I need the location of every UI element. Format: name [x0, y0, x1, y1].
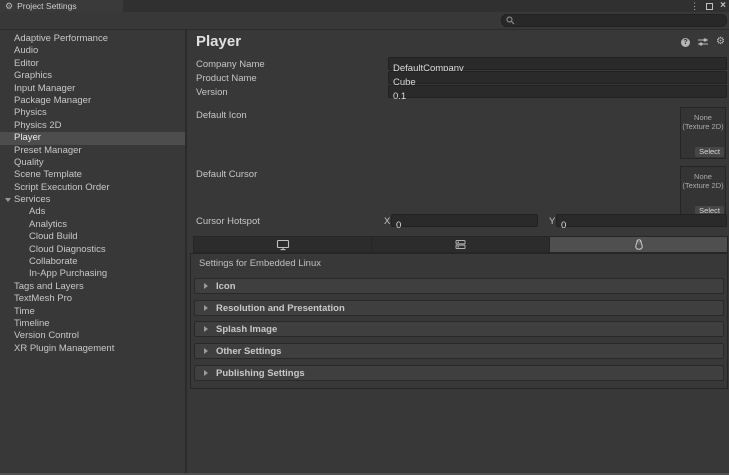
settings-category-list: Adaptive Performance Audio Editor Graphi…: [0, 30, 185, 473]
sidebar-item-label: Services: [14, 194, 50, 205]
section-label: Splash Image: [216, 324, 277, 335]
presets-icon[interactable]: [697, 37, 709, 47]
sidebar-item-physics[interactable]: Physics: [0, 107, 185, 119]
titlebar: ⚙ Project Settings ⋮ ×: [0, 0, 729, 12]
sidebar-item-cloud-diagnostics[interactable]: Cloud Diagnostics: [0, 244, 185, 256]
foldout-collapsed-icon: [204, 283, 208, 289]
default-icon-type: (Texture 2D): [681, 122, 725, 131]
sidebar-item-textmesh-pro[interactable]: TextMesh Pro: [0, 293, 185, 305]
settings-group-heading: Settings for Embedded Linux: [199, 258, 321, 269]
sidebar-item-xr-plugin-management[interactable]: XR Plugin Management: [0, 343, 185, 355]
version-field[interactable]: [388, 85, 727, 98]
cursor-hotspot-label: Cursor Hotspot: [196, 216, 260, 227]
section-resolution-and-presentation[interactable]: Resolution and Presentation: [194, 300, 724, 316]
sidebar-item-input-manager[interactable]: Input Manager: [0, 83, 185, 95]
foldout-collapsed-icon: [204, 305, 208, 311]
sidebar-item-services[interactable]: Services: [0, 194, 185, 206]
default-cursor-type: (Texture 2D): [681, 181, 725, 190]
section-label: Other Settings: [216, 346, 281, 357]
foldout-collapsed-icon: [204, 326, 208, 332]
desktop-icon: [276, 239, 290, 251]
version-label: Version: [196, 87, 228, 98]
default-cursor-value: None: [681, 172, 725, 181]
default-icon-value: None: [681, 113, 725, 122]
sidebar-item-tags-and-layers[interactable]: Tags and Layers: [0, 281, 185, 293]
toolbar: [0, 12, 729, 30]
platform-settings-group: Settings for Embedded Linux Icon Resolut…: [190, 253, 728, 389]
foldout-collapsed-icon: [204, 348, 208, 354]
settings-gear-icon: ⚙: [5, 1, 13, 11]
section-label: Publishing Settings: [216, 368, 305, 379]
tab-dedicated-server[interactable]: [372, 237, 550, 252]
section-publishing-settings[interactable]: Publishing Settings: [194, 365, 724, 381]
maximize-icon[interactable]: [706, 3, 713, 10]
sidebar-item-quality[interactable]: Quality: [0, 157, 185, 169]
default-cursor-object-field[interactable]: None (Texture 2D) Select: [680, 166, 726, 218]
window-tab[interactable]: ⚙ Project Settings: [0, 0, 123, 12]
sidebar-item-collaborate[interactable]: Collaborate: [0, 256, 185, 268]
close-icon[interactable]: ×: [720, 1, 726, 11]
section-icon[interactable]: Icon: [194, 278, 724, 294]
hotspot-y-label: Y: [549, 216, 555, 227]
sidebar-item-script-execution-order[interactable]: Script Execution Order: [0, 182, 185, 194]
sidebar-item-audio[interactable]: Audio: [0, 45, 185, 57]
search-box[interactable]: [501, 14, 727, 27]
sidebar-item-scene-template[interactable]: Scene Template: [0, 169, 185, 181]
sidebar-item-analytics[interactable]: Analytics: [0, 219, 185, 231]
sidebar-item-physics-2d[interactable]: Physics 2D: [0, 120, 185, 132]
hotspot-y-input[interactable]: [557, 220, 726, 231]
hotspot-y-field[interactable]: [556, 214, 727, 227]
company-name-label: Company Name: [196, 59, 265, 70]
window-menu-icon[interactable]: ⋮: [690, 1, 699, 11]
sidebar-item-preset-manager[interactable]: Preset Manager: [0, 145, 185, 157]
dedicated-server-icon: [454, 239, 467, 250]
page-title: Player: [196, 33, 241, 50]
default-icon-object-field[interactable]: None (Texture 2D) Select: [680, 107, 726, 159]
hotspot-x-field[interactable]: [391, 214, 538, 227]
sidebar-item-package-manager[interactable]: Package Manager: [0, 95, 185, 107]
section-label: Icon: [216, 281, 236, 292]
sidebar-item-editor[interactable]: Editor: [0, 58, 185, 70]
platform-tabbar: [193, 236, 728, 253]
sidebar-item-adaptive-performance[interactable]: Adaptive Performance: [0, 33, 185, 45]
version-input[interactable]: [389, 91, 726, 102]
sidebar-item-in-app-purchasing[interactable]: In-App Purchasing: [0, 268, 185, 280]
help-icon[interactable]: ?: [681, 38, 690, 47]
player-settings-panel: Player ? ⚙ Company Name Product Name Ver…: [187, 30, 729, 473]
tab-standalone[interactable]: [194, 237, 372, 252]
hotspot-x-input[interactable]: [392, 220, 537, 231]
section-label: Resolution and Presentation: [216, 303, 345, 314]
search-icon: [506, 16, 515, 25]
gear-icon[interactable]: ⚙: [716, 37, 725, 47]
window-controls: ⋮ ×: [690, 0, 726, 12]
section-other-settings[interactable]: Other Settings: [194, 343, 724, 359]
window-title: Project Settings: [17, 1, 77, 11]
search-input[interactable]: [518, 15, 708, 26]
default-icon-select-button[interactable]: Select: [695, 147, 724, 157]
section-splash-image[interactable]: Splash Image: [194, 321, 724, 337]
sidebar-item-time[interactable]: Time: [0, 306, 185, 318]
sidebar-item-version-control[interactable]: Version Control: [0, 330, 185, 342]
panel-header-icons: ? ⚙: [681, 37, 725, 47]
foldout-expanded-icon[interactable]: [5, 198, 11, 202]
sidebar-item-cloud-build[interactable]: Cloud Build: [0, 231, 185, 243]
project-settings-window: ⚙ Project Settings ⋮ × Adaptive Performa…: [0, 0, 729, 475]
default-icon-label: Default Icon: [196, 110, 247, 121]
company-name-field[interactable]: [388, 57, 727, 70]
embedded-linux-icon: [633, 239, 645, 251]
sidebar-item-timeline[interactable]: Timeline: [0, 318, 185, 330]
default-cursor-label: Default Cursor: [196, 169, 257, 180]
sidebar-item-ads[interactable]: Ads: [0, 206, 185, 218]
hotspot-x-label: X: [384, 216, 390, 227]
tab-embedded-linux[interactable]: [550, 237, 727, 252]
product-name-label: Product Name: [196, 73, 257, 84]
sidebar-item-player[interactable]: Player: [0, 132, 185, 144]
product-name-field[interactable]: [388, 71, 727, 84]
sidebar-item-graphics[interactable]: Graphics: [0, 70, 185, 82]
foldout-collapsed-icon: [204, 370, 208, 376]
